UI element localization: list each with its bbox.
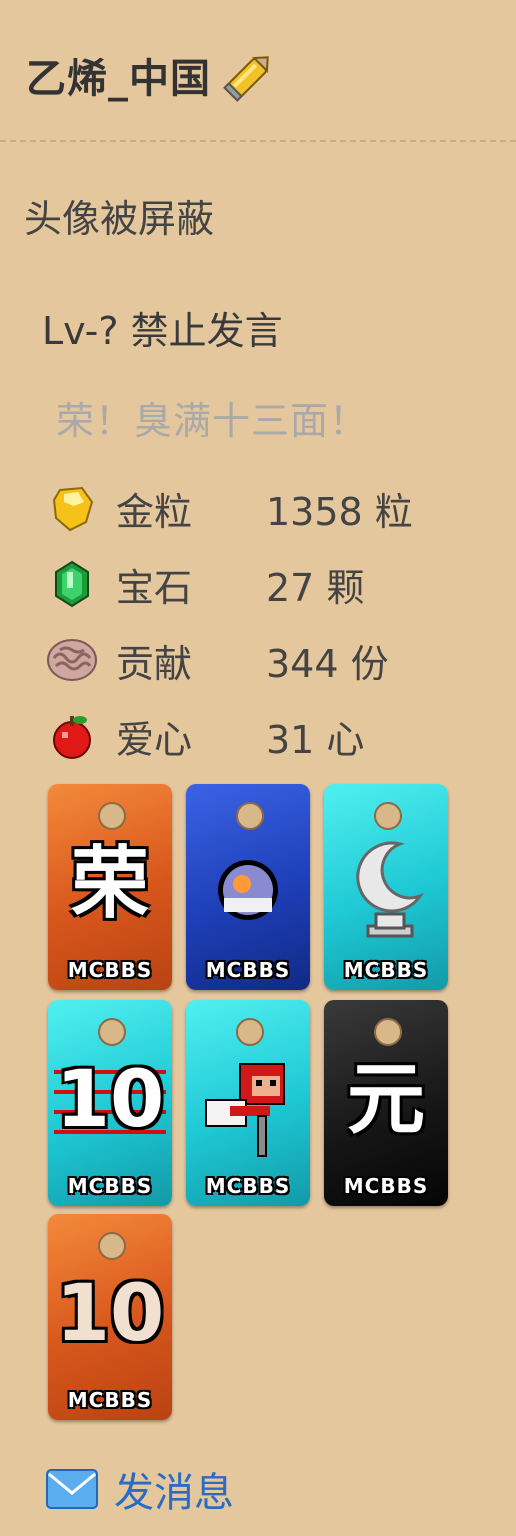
stat-row-gold: 金粒 1358 粒 bbox=[46, 470, 506, 546]
avatar-blocked-notice: 头像被屏蔽 bbox=[24, 197, 215, 241]
medal-brand: MCBBS bbox=[67, 1388, 153, 1412]
stat-label: 金粒 bbox=[116, 489, 193, 534]
user-level: Lv-? 禁止发言 bbox=[42, 309, 283, 353]
brain-icon bbox=[47, 639, 97, 681]
stat-label: 宝石 bbox=[116, 565, 193, 610]
emerald-icon bbox=[55, 560, 89, 608]
stat-value: 31 心 bbox=[266, 717, 365, 762]
medal-glyph: 10 bbox=[55, 1269, 165, 1359]
purple-orb-icon bbox=[218, 860, 278, 920]
medal-ten[interactable]: 10 MCBBS bbox=[48, 1000, 172, 1206]
pencil-icon bbox=[223, 56, 269, 102]
medal-yuan[interactable]: 元 MCBBS bbox=[324, 1000, 448, 1206]
medal-brand: MCBBS bbox=[343, 958, 429, 982]
medal-moon-trophy[interactable]: MCBBS bbox=[324, 784, 448, 990]
medal-hole bbox=[236, 802, 264, 830]
medal-glyph: 元 bbox=[346, 1055, 425, 1145]
stat-row-gem: 宝石 27 颗 bbox=[46, 546, 506, 622]
stat-value: 1358 粒 bbox=[266, 489, 413, 534]
medal-hole bbox=[374, 1018, 402, 1046]
user-stats: 金粒 1358 粒 宝石 27 颗 贡献 344 份 爱心 31 心 bbox=[46, 470, 506, 774]
header-divider bbox=[0, 140, 516, 142]
stat-label: 爱心 bbox=[116, 717, 193, 762]
medal-brand: MCBBS bbox=[205, 958, 291, 982]
medal-hole bbox=[236, 1018, 264, 1046]
moon-trophy-icon bbox=[356, 841, 424, 938]
apple-icon bbox=[53, 716, 91, 759]
medal-purple-orb[interactable]: MCBBS bbox=[186, 784, 310, 990]
medal-red-sheep[interactable]: MCBBS bbox=[186, 1000, 310, 1206]
medal-glyph: 荣 bbox=[70, 839, 149, 929]
medal-rong[interactable]: 荣 MCBBS bbox=[48, 784, 172, 990]
send-message-label[interactable]: 发消息 bbox=[114, 1460, 234, 1518]
mail-icon bbox=[46, 1469, 98, 1509]
username-link[interactable]: 乙烯_中国 bbox=[26, 46, 211, 104]
medal-ten-years[interactable]: 10 MCBBS bbox=[48, 1214, 172, 1420]
user-slogan: 荣！臭满十三面！ bbox=[56, 399, 369, 443]
medal-glyph: 10 bbox=[55, 1055, 165, 1145]
stat-value: 27 颗 bbox=[266, 565, 365, 610]
stat-row-love: 爱心 31 心 bbox=[46, 698, 506, 774]
medal-hole bbox=[98, 1018, 126, 1046]
medal-brand: MCBBS bbox=[205, 1174, 291, 1198]
medal-hole bbox=[98, 1232, 126, 1260]
medal-hole bbox=[374, 802, 402, 830]
medal-brand: MCBBS bbox=[343, 1174, 429, 1198]
medal-brand: MCBBS bbox=[67, 958, 153, 982]
stat-label: 贡献 bbox=[116, 641, 193, 686]
stat-row-contribution: 贡献 344 份 bbox=[46, 622, 506, 698]
stat-value: 344 份 bbox=[266, 641, 389, 686]
profile-header: 乙烯_中国 bbox=[26, 40, 279, 110]
send-message-link[interactable]: 发消息 bbox=[46, 1460, 234, 1518]
gold-nugget-icon bbox=[52, 486, 94, 532]
medal-brand: MCBBS bbox=[67, 1174, 153, 1198]
medal-hole bbox=[98, 802, 126, 830]
red-sheep-icon bbox=[205, 1063, 285, 1157]
medal-grid: 荣 MCBBS MCBBS MCBBS 10 MCBBS MCBBS 元 MCB… bbox=[48, 784, 448, 1424]
